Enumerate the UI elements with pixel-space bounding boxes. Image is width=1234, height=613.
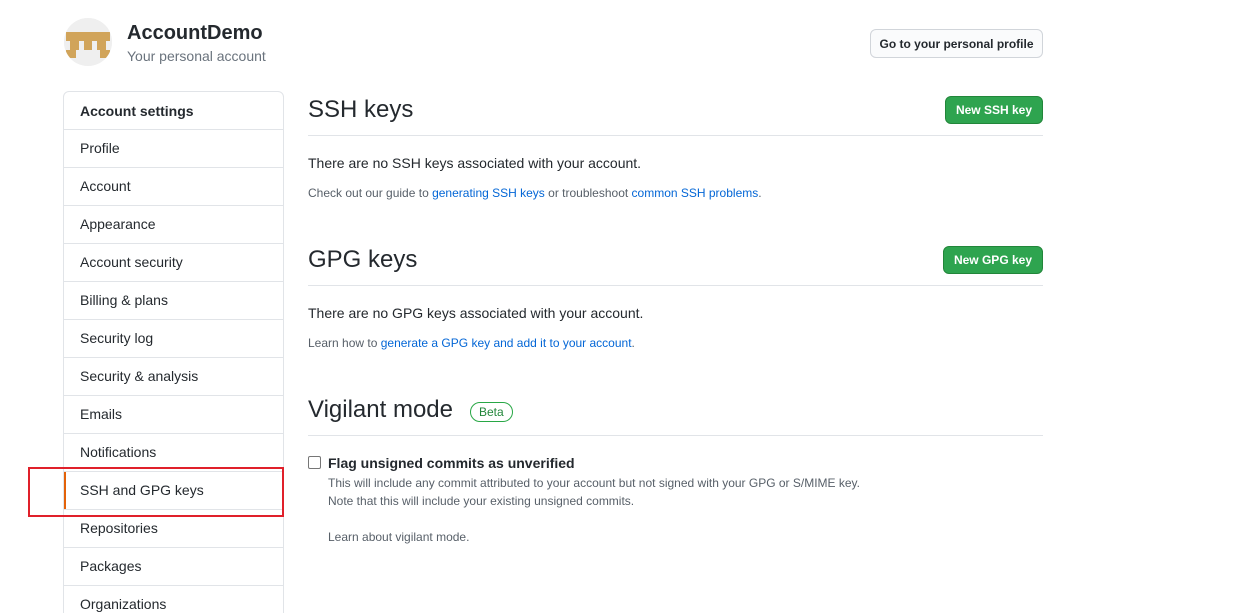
ssh-empty-message: There are no SSH keys associated with yo…: [308, 155, 642, 171]
sidebar-item-appearance[interactable]: Appearance: [64, 206, 283, 244]
ssh-guide-middle: or troubleshoot: [544, 186, 632, 200]
ssh-divider: [308, 135, 1043, 136]
new-gpg-key-button[interactable]: New GPG key: [943, 246, 1043, 274]
sidebar-item-emails[interactable]: Emails: [64, 396, 283, 434]
new-ssh-key-button[interactable]: New SSH key: [945, 96, 1043, 124]
sidebar-item-security-log[interactable]: Security log: [64, 320, 283, 358]
account-name[interactable]: AccountDemo: [127, 22, 263, 45]
generate-gpg-key-link[interactable]: generate a GPG key and add it to your ac…: [381, 336, 632, 350]
sidebar-item-profile[interactable]: Profile: [64, 130, 283, 168]
flag-unsigned-commits-checkbox[interactable]: [308, 456, 321, 469]
beta-badge: Beta: [470, 402, 513, 422]
sidebar-item-account[interactable]: Account: [64, 168, 283, 206]
sidebar-item-account-security[interactable]: Account security: [64, 244, 283, 282]
sidebar-item-billing[interactable]: Billing & plans: [64, 282, 283, 320]
common-ssh-problems-link[interactable]: common SSH problems: [632, 186, 759, 200]
sidebar-item-security-analysis[interactable]: Security & analysis: [64, 358, 283, 396]
ssh-guide-text: Check out our guide to generating SSH ke…: [308, 186, 762, 200]
go-to-profile-button[interactable]: Go to your personal profile: [870, 29, 1043, 58]
gpg-empty-message: There are no GPG keys associated with yo…: [308, 305, 644, 321]
sidebar-heading: Account settings: [64, 92, 283, 130]
vigilant-divider: [308, 435, 1043, 436]
sidebar-item-notifications[interactable]: Notifications: [64, 434, 283, 472]
flag-unsigned-commits-label[interactable]: Flag unsigned commits as unverified: [328, 455, 575, 471]
gpg-learn-prefix: Learn how to: [308, 336, 381, 350]
sidebar-item-packages[interactable]: Packages: [64, 548, 283, 586]
gpg-learn-suffix: .: [631, 336, 635, 350]
vigilant-mode-title: Vigilant mode: [308, 396, 453, 423]
sidebar-item-organizations[interactable]: Organizations: [64, 586, 283, 613]
gpg-divider: [308, 285, 1043, 286]
settings-sidebar: Account settings Profile Account Appeara…: [63, 91, 284, 613]
learn-vigilant-mode-link[interactable]: Learn about vigilant mode.: [328, 530, 469, 544]
gpg-learn-text: Learn how to generate a GPG key and add …: [308, 336, 635, 350]
sidebar-item-ssh-gpg-keys[interactable]: SSH and GPG keys: [64, 472, 283, 510]
identicon-icon: [64, 18, 112, 66]
generating-ssh-keys-link[interactable]: generating SSH keys: [432, 186, 545, 200]
ssh-guide-prefix: Check out our guide to: [308, 186, 433, 200]
settings-page: AccountDemo Your personal account Go to …: [0, 0, 1234, 613]
user-avatar[interactable]: [64, 18, 112, 66]
sidebar-item-repositories[interactable]: Repositories: [64, 510, 283, 548]
gpg-keys-title: GPG keys: [308, 246, 418, 273]
ssh-guide-suffix: .: [758, 186, 762, 200]
ssh-keys-title: SSH keys: [308, 96, 414, 123]
account-subtitle: Your personal account: [127, 48, 266, 64]
vigilant-note-line1: This will include any commit attributed …: [328, 476, 861, 490]
vigilant-note-line2: Note that this will include your existin…: [328, 494, 635, 508]
